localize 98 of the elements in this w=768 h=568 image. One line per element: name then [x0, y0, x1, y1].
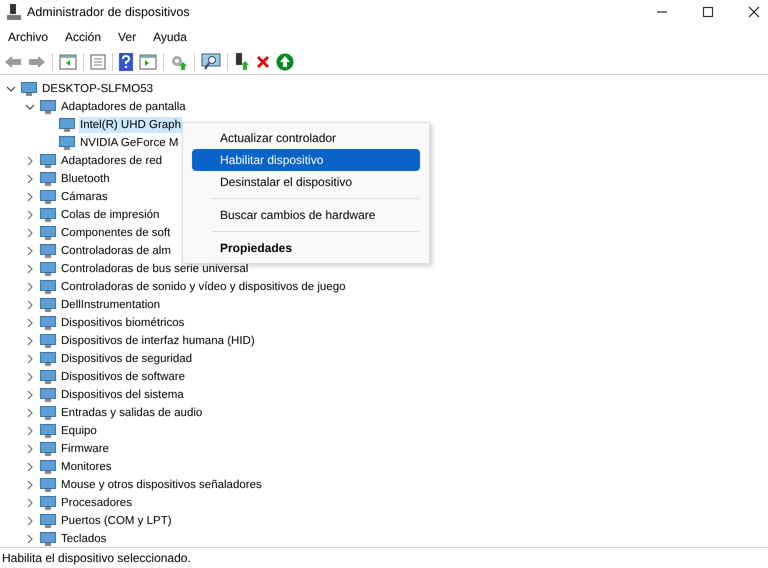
tree-item[interactable]: Adaptadores de red: [60, 153, 164, 169]
device-icon: [40, 172, 56, 186]
expand-chevron-icon[interactable]: [25, 354, 35, 364]
device-icon: [40, 424, 56, 438]
tree-item[interactable]: Dispositivos de seguridad: [60, 351, 194, 367]
collapse-chevron-icon[interactable]: [6, 84, 16, 94]
expand-chevron-icon[interactable]: [25, 516, 35, 526]
tree-item[interactable]: Controladoras de alm: [60, 243, 172, 259]
expand-chevron-icon[interactable]: [25, 336, 35, 346]
menu-item[interactable]: Ver: [118, 30, 136, 44]
menu-item[interactable]: Acción: [65, 30, 102, 44]
expand-chevron-icon[interactable]: [25, 444, 35, 454]
tree-item[interactable]: Componentes de soft: [60, 225, 172, 241]
context-menu-item[interactable]: Habilitar dispositivo: [192, 149, 420, 171]
expand-chevron-icon[interactable]: [25, 300, 35, 310]
tree-item[interactable]: Bluetooth: [60, 171, 111, 187]
device-icon: [40, 280, 56, 294]
expand-chevron-icon[interactable]: [25, 246, 35, 256]
tree-item[interactable]: Equipo: [60, 423, 98, 439]
device-icon: [40, 514, 56, 528]
tree-item[interactable]: NVIDIA GeForce M: [79, 135, 180, 151]
expand-chevron-icon[interactable]: [25, 210, 35, 220]
expand-chevron-icon[interactable]: [25, 462, 35, 472]
tree-item[interactable]: DellInstrumentation: [60, 297, 162, 313]
device-icon: [40, 316, 56, 330]
expand-chevron-icon[interactable]: [25, 192, 35, 202]
device-icon: [40, 226, 56, 240]
panel-icon[interactable]: [59, 54, 77, 70]
tree-item[interactable]: Intel(R) UHD Graph: [79, 117, 182, 133]
panel-icon[interactable]: [139, 54, 157, 70]
expand-chevron-icon[interactable]: [25, 534, 35, 544]
expand-chevron-icon[interactable]: [25, 264, 35, 274]
expand-chevron-icon[interactable]: [25, 498, 35, 508]
device-icon: [21, 82, 37, 96]
device-icon: [40, 208, 56, 222]
device-upload-icon[interactable]: [234, 53, 250, 71]
expand-chevron-icon[interactable]: [25, 408, 35, 418]
device-icon: [40, 532, 56, 546]
menu-item[interactable]: Ayuda: [153, 30, 187, 44]
device-icon: [40, 244, 56, 258]
device-icon: [59, 136, 75, 150]
device-icon: [40, 100, 56, 114]
tree-item[interactable]: Puertos (COM y LPT): [60, 513, 173, 529]
context-menu-item[interactable]: Desinstalar el dispositivo: [192, 171, 420, 193]
device-icon: [40, 262, 56, 276]
app-icon: [7, 4, 21, 20]
expand-chevron-icon[interactable]: [25, 174, 35, 184]
expand-chevron-icon[interactable]: [25, 318, 35, 328]
tree-item[interactable]: Colas de impresión: [60, 207, 160, 223]
device-icon: [40, 496, 56, 510]
menu-item[interactable]: Archivo: [8, 30, 48, 44]
tree-item[interactable]: Procesadores: [60, 495, 133, 511]
tree-item[interactable]: Dispositivos de software: [60, 369, 186, 385]
properties-icon[interactable]: [90, 54, 106, 70]
expand-chevron-icon[interactable]: [25, 372, 35, 382]
window-title: Administrador de dispositivos: [27, 5, 190, 19]
context-menu-item[interactable]: Actualizar controlador: [192, 127, 420, 149]
tree-item[interactable]: Dispositivos del sistema: [60, 387, 185, 403]
expand-chevron-icon[interactable]: [25, 480, 35, 490]
help-icon[interactable]: [119, 53, 133, 71]
tree-item[interactable]: Controladoras de bus serie universal: [60, 261, 250, 277]
close-icon[interactable]: [748, 6, 760, 18]
maximize-icon[interactable]: [702, 6, 714, 18]
expand-chevron-icon[interactable]: [25, 390, 35, 400]
monitor-search-icon[interactable]: [201, 53, 221, 71]
device-icon: [40, 406, 56, 420]
device-icon: [40, 352, 56, 366]
device-icon: [40, 388, 56, 402]
device-icon: [40, 442, 56, 456]
tree-item[interactable]: Dispositivos biométricos: [60, 315, 186, 331]
status-text: Habilita el dispositivo seleccionado.: [2, 551, 191, 565]
expand-chevron-icon[interactable]: [25, 228, 35, 238]
back-arrow-icon[interactable]: [4, 55, 22, 69]
device-icon: [40, 190, 56, 204]
device-icon: [40, 154, 56, 168]
expand-chevron-icon[interactable]: [25, 426, 35, 436]
tree-item[interactable]: Teclados: [60, 531, 108, 547]
device-icon: [40, 298, 56, 312]
forward-arrow-icon[interactable]: [28, 55, 46, 69]
tree-item[interactable]: Entradas y salidas de audio: [60, 405, 204, 421]
context-menu-item[interactable]: Buscar cambios de hardware: [192, 204, 420, 226]
tree-item[interactable]: Mouse y otros dispositivos señaladores: [60, 477, 263, 493]
device-icon: [40, 478, 56, 492]
device-icon: [40, 460, 56, 474]
device-icon: [40, 370, 56, 384]
tree-item[interactable]: Dispositivos de interfaz humana (HID): [60, 333, 256, 349]
context-menu-item[interactable]: Propiedades: [192, 237, 420, 259]
expand-chevron-icon[interactable]: [25, 282, 35, 292]
tree-item[interactable]: Controladoras de sonido y vídeo y dispositivos de juego: [60, 279, 346, 295]
device-icon: [40, 334, 56, 348]
tree-item[interactable]: Adaptadores de pantalla: [60, 99, 187, 115]
device-icon: [59, 118, 75, 132]
tree-item[interactable]: DESKTOP-SLFMO53: [41, 81, 154, 97]
tree-item[interactable]: Firmware: [60, 441, 110, 457]
expand-chevron-icon[interactable]: [25, 156, 35, 166]
tree-item[interactable]: Cámaras: [60, 189, 109, 205]
collapse-chevron-icon[interactable]: [25, 102, 35, 112]
tree-item[interactable]: Monitores: [60, 459, 112, 475]
